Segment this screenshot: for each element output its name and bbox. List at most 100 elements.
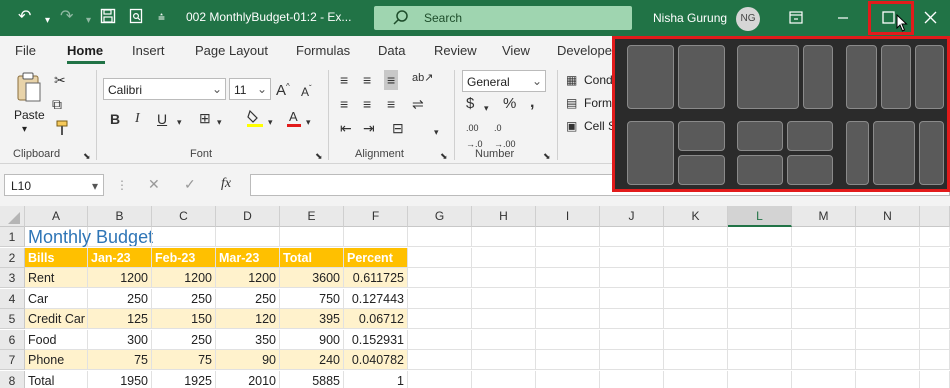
row-label-cell[interactable]: Phone [25, 350, 88, 370]
empty-cell[interactable] [408, 288, 472, 309]
merge-dropdown-icon[interactable]: ▾ [434, 124, 439, 140]
value-cell[interactable]: 1200 [216, 268, 280, 288]
column-header-H[interactable]: H [472, 206, 536, 227]
format-as-table-label[interactable]: Form [584, 96, 612, 110]
snap-layout-thirds-left[interactable] [846, 45, 877, 109]
value-cell[interactable]: 250 [152, 288, 216, 309]
empty-cell[interactable] [344, 227, 408, 247]
tab-formulas[interactable]: Formulas [296, 43, 350, 58]
column-header-overflow[interactable] [920, 206, 950, 227]
column-header-B[interactable]: B [88, 206, 152, 227]
snap-layout-side-left[interactable] [846, 121, 869, 185]
row-label-cell[interactable]: Car [25, 288, 88, 309]
column-header-G[interactable]: G [408, 206, 472, 227]
snap-layout-narrow-right[interactable] [803, 45, 833, 109]
column-header-D[interactable]: D [216, 206, 280, 227]
minimize-button[interactable] [820, 0, 866, 36]
snap-layout-thirds-middle[interactable] [881, 45, 911, 109]
empty-cell[interactable] [600, 350, 664, 370]
paste-label[interactable]: Paste [14, 108, 45, 122]
empty-cell[interactable] [600, 268, 664, 288]
redo-icon[interactable]: ↷ [60, 8, 73, 26]
header-cell[interactable]: Bills [25, 247, 88, 268]
empty-cell[interactable] [472, 268, 536, 288]
empty-cell[interactable] [408, 268, 472, 288]
tab-page-layout[interactable]: Page Layout [195, 43, 268, 58]
avatar[interactable]: NG [736, 7, 760, 31]
enter-icon[interactable]: ✓ [184, 176, 196, 192]
increase-font-size-icon[interactable]: A^ [276, 79, 290, 99]
empty-cell[interactable] [600, 227, 664, 247]
empty-cell[interactable] [88, 227, 152, 247]
empty-cell[interactable] [664, 227, 728, 247]
value-cell[interactable]: 3600 [280, 268, 344, 288]
row-header-4[interactable]: 4 [0, 288, 25, 309]
tab-insert[interactable]: Insert [132, 43, 165, 58]
fill-color-icon[interactable] [246, 108, 264, 131]
empty-cell[interactable] [856, 350, 920, 370]
font-color-dropdown-icon[interactable]: ▾ [306, 114, 311, 130]
empty-cell[interactable] [728, 227, 792, 247]
tab-home[interactable]: Home [67, 43, 103, 58]
clipboard-launcher-icon[interactable]: ⬊ [83, 148, 91, 164]
empty-cell[interactable] [152, 227, 216, 247]
empty-cell[interactable] [408, 247, 472, 268]
empty-cell[interactable] [216, 227, 280, 247]
insert-function-icon[interactable]: fx [221, 176, 231, 192]
sheet-title-cell[interactable]: Monthly Budget [25, 227, 153, 247]
empty-cell[interactable] [536, 247, 600, 268]
align-bottom-icon[interactable]: ≡ [384, 70, 399, 90]
row-header-5[interactable]: 5 [0, 309, 25, 329]
empty-cell[interactable] [280, 227, 344, 247]
underline-icon[interactable]: U [157, 111, 167, 127]
header-cell[interactable]: Feb-23 [152, 247, 216, 268]
empty-cell[interactable] [920, 370, 950, 388]
value-cell[interactable]: 1925 [152, 370, 216, 388]
empty-cell[interactable] [856, 227, 920, 247]
tab-view[interactable]: View [502, 43, 530, 58]
value-cell[interactable]: 120 [216, 309, 280, 329]
row-header-7[interactable]: 7 [0, 350, 25, 370]
row-label-cell[interactable]: Food [25, 329, 88, 350]
value-cell[interactable]: 2010 [216, 370, 280, 388]
wrap-text-icon[interactable]: ⇌ [412, 96, 424, 112]
value-cell[interactable]: 0.611725 [344, 268, 408, 288]
font-size-select[interactable]: 11 ⌄ [229, 78, 271, 100]
empty-cell[interactable] [728, 309, 792, 329]
save-icon[interactable] [100, 8, 116, 29]
align-left-icon[interactable]: ≡ [340, 96, 348, 112]
empty-cell[interactable] [792, 288, 856, 309]
value-cell[interactable]: 150 [152, 309, 216, 329]
header-cell[interactable]: Jan-23 [88, 247, 152, 268]
snap-layout-quad-top-right[interactable] [787, 121, 833, 151]
copy-icon[interactable]: ⧉ [52, 96, 62, 112]
empty-cell[interactable] [920, 288, 950, 309]
font-family-select[interactable]: Calibri ⌄ [103, 78, 226, 100]
column-header-E[interactable]: E [280, 206, 344, 227]
print-preview-icon[interactable] [128, 8, 144, 29]
empty-cell[interactable] [728, 350, 792, 370]
alignment-launcher-icon[interactable]: ⬊ [440, 148, 448, 164]
empty-cell[interactable] [728, 329, 792, 350]
empty-cell[interactable] [792, 350, 856, 370]
empty-cell[interactable] [920, 227, 950, 247]
empty-cell[interactable] [792, 370, 856, 388]
row-header-2[interactable]: 2 [0, 247, 25, 268]
search-box[interactable]: Search [374, 6, 632, 30]
value-cell[interactable]: 125 [88, 309, 152, 329]
value-cell[interactable]: 350 [216, 329, 280, 350]
empty-cell[interactable] [472, 370, 536, 388]
customize-toolbar-icon[interactable]: ⩮ [158, 8, 165, 26]
empty-cell[interactable] [472, 227, 536, 247]
decrease-indent-icon[interactable]: ⇤ [340, 120, 352, 136]
conditional-formatting-icon[interactable]: ▦ [566, 72, 577, 88]
empty-cell[interactable] [664, 309, 728, 329]
empty-cell[interactable] [920, 268, 950, 288]
value-cell[interactable]: 0.040782 [344, 350, 408, 370]
empty-cell[interactable] [664, 288, 728, 309]
value-cell[interactable]: 75 [152, 350, 216, 370]
empty-cell[interactable] [472, 350, 536, 370]
cell-styles-icon[interactable]: ▣ [566, 118, 577, 134]
column-header-M[interactable]: M [792, 206, 856, 227]
empty-cell[interactable] [920, 309, 950, 329]
